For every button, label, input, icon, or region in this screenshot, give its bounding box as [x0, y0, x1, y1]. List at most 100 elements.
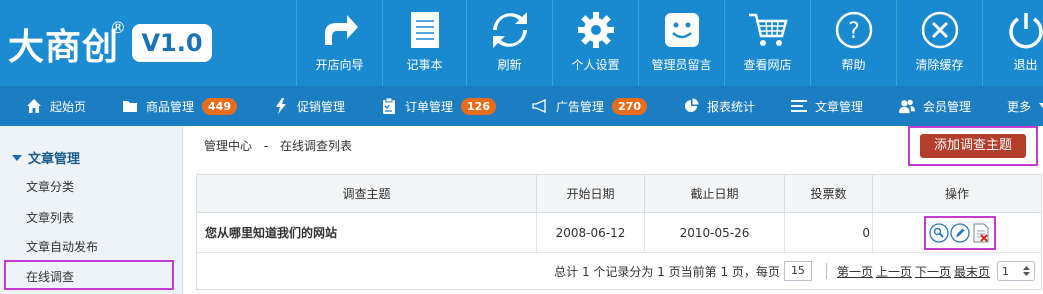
per-page-input[interactable]: 15: [783, 261, 812, 281]
subnav-home[interactable]: 起始页: [26, 86, 86, 126]
users-icon: [899, 98, 916, 114]
subnav-label: 订单管理: [405, 99, 454, 114]
delete-icon[interactable]: [971, 223, 991, 243]
cell-start-date: 2008-06-12: [537, 213, 645, 252]
count-badge: 126: [461, 97, 496, 115]
prev-page-link[interactable]: 上一页: [876, 263, 912, 280]
megaphone-icon: [532, 98, 548, 114]
subnav-label: 商品管理: [146, 99, 195, 114]
sidebar-item-article-list[interactable]: 文章列表: [26, 209, 74, 226]
last-page-link[interactable]: 最末页: [954, 263, 990, 280]
clear-icon: [920, 10, 960, 50]
subnav-promotions[interactable]: 促销管理: [273, 86, 345, 126]
expand-triangle-icon: [12, 154, 22, 161]
caret-down-icon: [1035, 98, 1043, 114]
subnav-orders[interactable]: 订单管理 126: [381, 86, 496, 126]
count-badge: 270: [612, 97, 647, 115]
add-survey-button[interactable]: 添加调查主题: [920, 134, 1026, 158]
updown-icon: [1023, 266, 1030, 276]
gear-icon: [576, 10, 616, 50]
top-nav-logout[interactable]: 退出: [982, 0, 1043, 86]
sidebar-item-article-category[interactable]: 文章分类: [26, 178, 74, 195]
top-nav-shop-guide[interactable]: 开店向导: [296, 0, 382, 86]
column-header-votes: 投票数: [785, 175, 873, 212]
cell-subject: 您从哪里知道我们的网站: [197, 213, 537, 252]
clipboard-icon: [381, 98, 397, 114]
logo[interactable]: 大商创 ® V1.0: [0, 0, 296, 86]
table-row: 您从哪里知道我们的网站 2008-06-12 2010-05-26 0: [197, 213, 1041, 253]
sidebar-section-title[interactable]: 文章管理: [12, 148, 80, 167]
top-nav-label: 管理员留言: [651, 58, 712, 72]
cart-icon: [748, 10, 788, 50]
subnav-goods[interactable]: 商品管理 449: [122, 86, 237, 126]
subnav-label: 广告管理: [556, 99, 605, 114]
breadcrumb-separator: -: [263, 139, 269, 153]
top-nav-label: 帮助: [841, 58, 866, 72]
breadcrumb-current: 在线调查列表: [280, 139, 353, 153]
pager-summary: 总计 1 个记录分为 1 页当前第 1 页，每页: [554, 264, 780, 279]
subnav-ads[interactable]: 广告管理 270: [532, 86, 647, 126]
breadcrumb: 管理中心 - 在线调查列表: [204, 137, 352, 154]
top-nav-label: 查看网店: [743, 58, 792, 72]
top-nav-label: 个人设置: [571, 58, 620, 72]
top-nav-label: 开店向导: [315, 58, 364, 72]
subnav-label: 文章管理: [815, 99, 864, 114]
version-badge: V1.0: [132, 24, 212, 62]
home-icon: [26, 98, 42, 114]
column-header-subject: 调查主题: [197, 175, 537, 212]
breadcrumb-root[interactable]: 管理中心: [204, 139, 252, 153]
edit-icon[interactable]: [950, 222, 970, 243]
top-nav-clear-cache[interactable]: 清除缓存: [896, 0, 982, 86]
subnav-articles[interactable]: 文章管理: [791, 86, 863, 126]
app-root: 大商创 ® V1.0 开店向导 记事本 刷新 个人设置 管理员留言 查看网店 ?…: [0, 0, 1043, 294]
top-nav-label: 退出: [1013, 58, 1038, 72]
sidebar: 文章管理 文章分类 文章列表 文章自动发布 在线调查: [0, 126, 183, 294]
top-nav-notepad[interactable]: 记事本: [382, 0, 466, 86]
subnav-label: 报表统计: [706, 99, 755, 114]
lightning-icon: [273, 98, 289, 114]
subnav-reports[interactable]: 报表统计: [683, 86, 755, 126]
secondary-nav: 起始页 商品管理 449 促销管理 订单管理 126 广告管理 270 报表统计: [0, 86, 1043, 126]
divider: [825, 263, 827, 279]
top-nav-label: 清除缓存: [915, 58, 964, 72]
top-nav-label: 记事本: [406, 58, 443, 72]
next-page-link[interactable]: 下一页: [915, 263, 951, 280]
pie-chart-icon: [683, 98, 699, 114]
top-nav-label: 刷新: [497, 58, 522, 72]
page-select[interactable]: 1: [997, 261, 1035, 281]
column-header-end-date: 截止日期: [645, 175, 785, 212]
list-icon: [791, 98, 807, 114]
actions-highlight: [924, 215, 996, 250]
logo-text: 大商创: [8, 27, 120, 68]
sidebar-item-online-survey[interactable]: 在线调查: [26, 268, 74, 285]
pagination: 总计 1 个记录分为 1 页当前第 1 页，每页 15 第一页 上一页 下一页 …: [197, 253, 1041, 289]
main-content: 管理中心 - 在线调查列表 添加调查主题 调查主题 开始日期 截止日期 投票数 …: [184, 126, 1043, 294]
svg-text:?: ?: [848, 19, 860, 44]
view-icon[interactable]: [929, 222, 949, 243]
page-select-value: 1: [1002, 264, 1009, 278]
count-badge: 449: [202, 97, 237, 115]
add-button-highlight: 添加调查主题: [908, 126, 1038, 166]
survey-table: 调查主题 开始日期 截止日期 投票数 操作 您从哪里知道我们的网站 2008-0…: [196, 174, 1042, 290]
column-header-actions: 操作: [944, 187, 969, 201]
top-nav-help[interactable]: ? 帮助: [810, 0, 896, 86]
subnav-label: 促销管理: [297, 99, 346, 114]
smiley-message-icon: [662, 10, 702, 50]
top-nav: 开店向导 记事本 刷新 个人设置 管理员留言 查看网店 ? 帮助 清除缓存 退出: [296, 0, 1043, 86]
subnav-label: 更多: [1007, 99, 1032, 114]
top-header: 大商创 ® V1.0 开店向导 记事本 刷新 个人设置 管理员留言 查看网店 ?…: [0, 0, 1043, 86]
top-nav-refresh[interactable]: 刷新: [466, 0, 552, 86]
top-nav-view-shop[interactable]: 查看网店: [724, 0, 810, 86]
help-icon: ?: [834, 10, 874, 50]
sidebar-item-article-autopublish[interactable]: 文章自动发布: [26, 238, 98, 255]
top-nav-admin-messages[interactable]: 管理员留言: [638, 0, 724, 86]
folder-icon: [122, 98, 138, 114]
subnav-members[interactable]: 会员管理: [899, 86, 971, 126]
cell-actions: [873, 213, 1041, 252]
subnav-label: 会员管理: [923, 99, 972, 114]
first-page-link[interactable]: 第一页: [837, 263, 873, 280]
cell-end-date: 2010-05-26: [645, 213, 785, 252]
sidebar-section-label: 文章管理: [28, 152, 81, 167]
top-nav-personal-settings[interactable]: 个人设置: [552, 0, 638, 86]
subnav-more[interactable]: 更多: [1007, 86, 1043, 126]
